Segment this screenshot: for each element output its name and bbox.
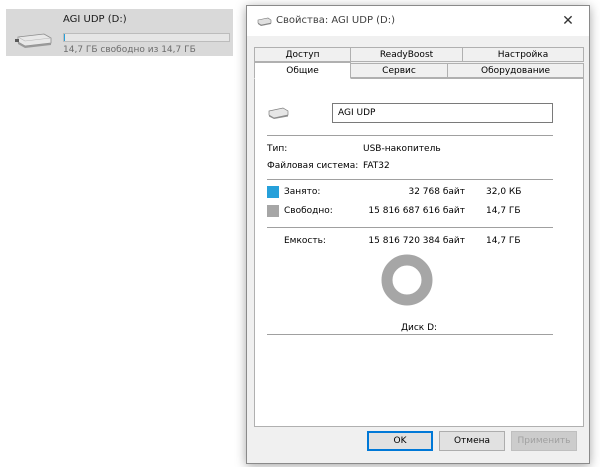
drive-usage-bar bbox=[63, 33, 230, 42]
disk-label: Диск D: bbox=[400, 323, 438, 333]
disk-usage-donut bbox=[381, 254, 433, 309]
title-bar[interactable]: Свойства: AGI UDP (D:) ✕ bbox=[247, 6, 589, 36]
general-tab-panel: Тип: USB-накопитель Файловая система: FA… bbox=[254, 78, 584, 427]
tab-label: Общие bbox=[286, 65, 319, 76]
apply-button[interactable]: Применить bbox=[511, 431, 577, 451]
usb-drive-icon bbox=[14, 33, 54, 49]
drive-tile[interactable]: AGI UDP (D:) 14,7 ГБ свободно из 14,7 ГБ bbox=[6, 9, 233, 56]
free-space-swatch bbox=[267, 205, 279, 217]
divider bbox=[267, 334, 553, 335]
dialog-title: Свойства: AGI UDP (D:) bbox=[276, 15, 396, 26]
tab-tools[interactable]: Сервис bbox=[350, 63, 448, 78]
free-label: Свободно: bbox=[284, 206, 333, 216]
tab-label: Оборудование bbox=[481, 65, 550, 76]
cancel-button[interactable]: Отмена bbox=[439, 431, 505, 451]
drive-name: AGI UDP (D:) bbox=[63, 14, 127, 25]
close-icon: ✕ bbox=[562, 13, 574, 29]
capacity-size: 14,7 ГБ bbox=[486, 236, 521, 246]
used-label: Занято: bbox=[284, 187, 321, 197]
usb-drive-icon bbox=[267, 107, 289, 122]
close-button[interactable]: ✕ bbox=[547, 6, 589, 36]
used-space-swatch bbox=[267, 186, 279, 198]
divider bbox=[267, 227, 553, 228]
tab-general[interactable]: Общие bbox=[254, 62, 351, 79]
tab-label: Доступ bbox=[285, 49, 320, 60]
tab-label: ReadyBoost bbox=[379, 49, 434, 60]
drive-name-input[interactable] bbox=[332, 103, 553, 123]
tab-customize[interactable]: Настройка bbox=[462, 47, 584, 62]
divider bbox=[267, 179, 553, 180]
divider bbox=[267, 135, 553, 136]
type-label: Тип: bbox=[267, 144, 288, 154]
filesystem-label: Файловая система: bbox=[267, 161, 359, 171]
tab-hardware[interactable]: Оборудование bbox=[447, 63, 584, 78]
used-size: 32,0 КБ bbox=[486, 187, 522, 197]
drive-free-space: 14,7 ГБ свободно из 14,7 ГБ bbox=[63, 45, 196, 55]
tab-label: Настройка bbox=[497, 49, 549, 60]
ok-button[interactable]: OK bbox=[367, 431, 433, 451]
capacity-label: Емкость: bbox=[284, 236, 326, 246]
filesystem-value: FAT32 bbox=[363, 161, 390, 171]
tab-readyboost[interactable]: ReadyBoost bbox=[350, 47, 463, 62]
free-size: 14,7 ГБ bbox=[486, 206, 521, 216]
tab-sharing[interactable]: Доступ bbox=[254, 47, 351, 62]
properties-dialog: Свойства: AGI UDP (D:) ✕ Доступ ReadyBoo… bbox=[246, 5, 590, 464]
free-bytes: 15 816 687 616 байт bbox=[368, 206, 465, 216]
used-bytes: 32 768 байт bbox=[408, 187, 465, 197]
type-value: USB-накопитель bbox=[363, 144, 441, 154]
drive-title-icon bbox=[257, 17, 272, 26]
tab-label: Сервис bbox=[382, 65, 416, 76]
capacity-bytes: 15 816 720 384 байт bbox=[368, 236, 465, 246]
